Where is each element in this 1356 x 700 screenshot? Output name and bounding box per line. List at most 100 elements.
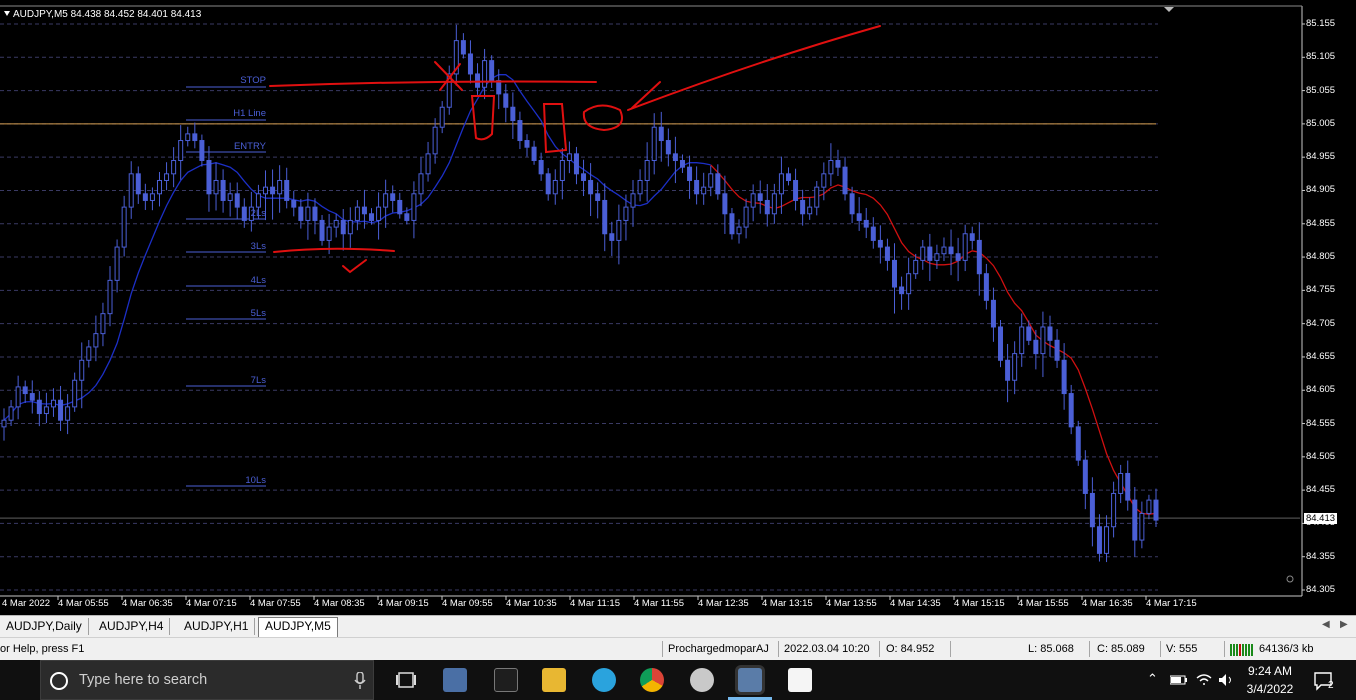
microphone-icon[interactable]	[354, 672, 366, 690]
candle-body	[976, 239, 982, 275]
candle-body	[771, 193, 777, 215]
paint-app-icon[interactable]	[690, 668, 714, 692]
current-price-label: 84.413	[1304, 513, 1337, 524]
tab-audjpy-m5[interactable]: AUDJPY,M5	[258, 617, 338, 638]
candle-body	[149, 193, 155, 201]
candle-body	[277, 179, 283, 195]
annotation-arrow	[627, 25, 881, 111]
time-label: 4 Mar 13:55	[826, 598, 877, 609]
price-label: 84.805	[1306, 251, 1336, 263]
time-label: 4 Mar 15:15	[954, 598, 1005, 609]
chrome-icon[interactable]	[640, 668, 664, 692]
tab-scroll-right-icon[interactable]: ▶	[1340, 619, 1348, 630]
price-label: 84.505	[1306, 450, 1336, 462]
candle-body	[482, 60, 488, 88]
level-label-4ls: 4Ls	[250, 275, 266, 286]
file-explorer-icon[interactable]	[542, 668, 566, 692]
candle-body	[1146, 499, 1152, 514]
task-view-icon[interactable]	[396, 671, 416, 689]
clock-date[interactable]: 3/4/2022	[1240, 682, 1300, 696]
candle-body	[1104, 526, 1110, 554]
status-divider	[1160, 641, 1161, 657]
candle-body	[524, 140, 530, 148]
candle-body	[757, 193, 763, 201]
candle-body	[206, 160, 212, 195]
tray-chevron-icon[interactable]: ⌃	[1147, 671, 1158, 687]
candle-body	[213, 179, 219, 195]
battery-icon[interactable]	[1170, 675, 1188, 685]
wifi-icon[interactable]	[1196, 673, 1212, 687]
price-label: 85.155	[1306, 18, 1336, 29]
candle-body	[1125, 472, 1131, 501]
candle-body	[86, 346, 92, 361]
taskbar-search-box[interactable]: Type here to search	[40, 660, 374, 700]
price-label: 85.105	[1306, 51, 1336, 63]
sticky-notes-icon[interactable]	[788, 668, 812, 692]
candle-body	[609, 233, 615, 241]
price-label: 84.605	[1306, 384, 1336, 396]
annotation-circle	[582, 104, 623, 132]
candle-body	[828, 160, 834, 175]
candle-body	[156, 179, 162, 195]
candle-body	[361, 206, 367, 215]
chart-tabs-bar: AUDJPY,Daily AUDJPY,H4 AUDJPY,H1 AUDJPY,…	[0, 615, 1356, 638]
tab-audjpy-daily[interactable]: AUDJPY,Daily	[0, 618, 89, 635]
status-divider	[950, 641, 951, 657]
candle-body	[227, 193, 233, 201]
ma-line-red	[710, 164, 1157, 515]
candle-body	[220, 179, 226, 201]
time-label: 4 Mar 17:15	[1146, 598, 1197, 609]
candle-body	[1089, 492, 1095, 528]
candle-body	[1026, 326, 1032, 341]
candle-body	[983, 273, 989, 301]
price-label: 84.955	[1306, 151, 1336, 163]
collapse-triangle-icon[interactable]	[4, 11, 10, 16]
candle-body	[962, 233, 968, 261]
time-label: 4 Mar 07:55	[250, 598, 301, 609]
calculator-icon[interactable]	[494, 668, 518, 692]
telegram-icon[interactable]	[592, 668, 616, 692]
candle-body	[955, 253, 961, 261]
time-label: 4 Mar 08:35	[314, 598, 365, 609]
candle-body	[906, 273, 912, 295]
candle-body	[573, 153, 579, 175]
candle-body	[1005, 359, 1011, 381]
candle-body	[665, 140, 671, 155]
clock-time[interactable]: 9:24 AM	[1240, 664, 1300, 678]
level-label-2ls: 2Ls	[250, 208, 266, 219]
tab-audjpy-h4[interactable]: AUDJPY,H4	[93, 618, 171, 635]
network-app-icon[interactable]	[443, 668, 467, 692]
candle-body	[93, 333, 99, 348]
volume-icon[interactable]	[1218, 673, 1234, 687]
candle-body	[192, 133, 198, 142]
candle-body	[793, 179, 799, 201]
tab-audjpy-h1[interactable]: AUDJPY,H1	[178, 618, 256, 635]
candle-body	[722, 193, 728, 215]
candle-body	[72, 379, 78, 408]
search-circle-icon	[50, 672, 68, 690]
candle-body	[114, 246, 120, 281]
candle-body	[870, 226, 876, 241]
candle-body	[595, 193, 601, 201]
candle-body	[164, 173, 170, 181]
chart-area[interactable]: AUDJPY,M5 84.438 84.452 84.401 84.413 85…	[0, 0, 1356, 615]
candle-body	[1082, 459, 1088, 494]
candle-body	[326, 226, 332, 241]
metatrader-icon[interactable]	[738, 668, 762, 692]
candle-body	[1, 419, 7, 428]
candle-body	[29, 393, 35, 401]
candle-body	[538, 160, 544, 175]
candle-body	[1075, 426, 1081, 461]
candle-body	[404, 213, 410, 221]
time-label: 4 Mar 15:55	[1018, 598, 1069, 609]
tab-scroll-left-icon[interactable]: ◀	[1322, 619, 1330, 630]
time-label: 4 Mar 2022	[2, 598, 51, 609]
candle-body	[354, 206, 360, 221]
candle-body	[298, 206, 304, 221]
candle-body	[50, 399, 56, 408]
candle-body	[1096, 526, 1102, 554]
price-label: 84.705	[1306, 317, 1336, 329]
candle-body	[545, 173, 551, 195]
candle-body	[432, 126, 438, 155]
candle-body	[142, 193, 148, 201]
